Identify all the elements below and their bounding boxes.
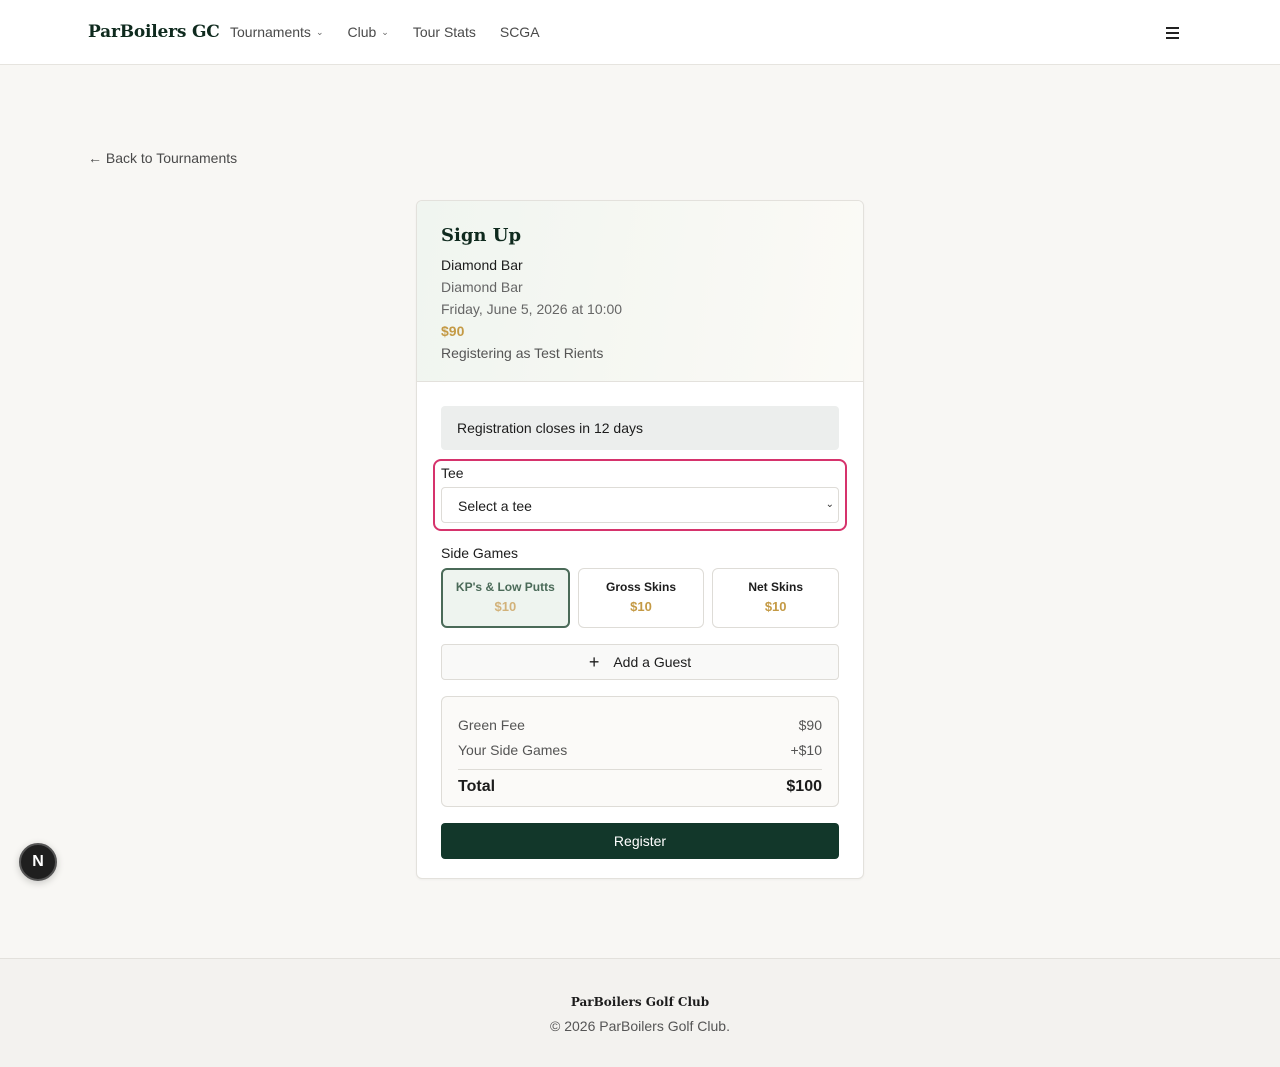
registering-as: Registering as Test Rients — [441, 345, 604, 361]
course-name: Diamond Bar — [441, 257, 523, 273]
side-game-price: $10 — [494, 599, 517, 614]
chevron-down-icon: ⌄ — [315, 26, 324, 37]
nav-scga[interactable]: SCGA — [500, 24, 540, 40]
nav-tournaments[interactable]: Tournaments ⌄ — [230, 24, 323, 40]
tournament-datetime: Friday, June 5, 2026 at 10:00 — [441, 301, 623, 317]
brand-logo[interactable]: ParBoilers GC — [88, 22, 220, 42]
nav-club-label: Club — [347, 24, 377, 40]
side-game-gross-skins[interactable]: Gross Skins $10 — [577, 568, 705, 628]
register-button[interactable]: Register — [441, 823, 839, 859]
side-game-net-skins[interactable]: Net Skins $10 — [712, 568, 840, 628]
nav-tour-stats[interactable]: Tour Stats — [413, 24, 476, 40]
nav-club[interactable]: Club ⌄ — [347, 24, 388, 40]
plus-icon: + — [588, 651, 600, 672]
page-title: Sign Up — [441, 225, 522, 246]
tee-select[interactable]: Select a tee ⌄ — [441, 487, 839, 523]
side-game-kps-low-putts[interactable]: KP's & Low Putts $10 — [441, 568, 570, 628]
green-fee-label: Green Fee — [458, 717, 525, 733]
side-games-total-value: +$10 — [790, 742, 822, 758]
back-to-tournaments-link[interactable]: ← Back to Tournaments — [88, 150, 237, 166]
dev-tools-badge[interactable]: N — [19, 843, 57, 881]
signup-form: Registration closes in 12 days Tee Selec… — [417, 382, 863, 859]
nav-tour-stats-label: Tour Stats — [412, 24, 476, 40]
total-label: Total — [458, 778, 496, 795]
signup-card-header: Sign Up Diamond Bar Diamond Bar Friday, … — [417, 201, 863, 382]
tee-label: Tee — [441, 465, 464, 481]
side-game-name: Net Skins — [748, 580, 804, 594]
chevron-down-icon: ⌄ — [381, 26, 389, 37]
signup-card: Sign Up Diamond Bar Diamond Bar Friday, … — [416, 200, 864, 879]
nav-scga-label: SCGA — [499, 24, 540, 40]
side-game-name: Gross Skins — [605, 580, 677, 594]
course-location: Diamond Bar — [441, 279, 523, 295]
footer-copyright: © 2026 ParBoilers Golf Club. — [550, 1018, 730, 1034]
tee-select-value: Select a tee — [458, 498, 532, 514]
total-row: Total $100 — [458, 769, 822, 796]
add-guest-label: Add a Guest — [613, 654, 692, 670]
hamburger-menu-icon[interactable] — [1166, 25, 1184, 43]
total-value: $100 — [786, 778, 822, 795]
side-games-label: Side Games — [441, 545, 519, 561]
tee-field-group: Tee Select a tee ⌄ — [433, 459, 847, 531]
green-fee-row: Green Fee $90 — [458, 713, 822, 738]
price-summary: Green Fee $90 Your Side Games +$10 Total… — [441, 696, 839, 807]
main-nav: Tournaments ⌄ Club ⌄ Tour Stats SCGA — [230, 24, 540, 40]
side-game-price: $10 — [630, 599, 652, 614]
footer: ParBoilers Golf Club © 2026 ParBoilers G… — [0, 958, 1280, 1067]
top-nav-bar: ParBoilers GC Tournaments ⌄ Club ⌄ Tour … — [0, 0, 1280, 65]
side-games-options: KP's & Low Putts $10 Gross Skins $10 Net… — [441, 568, 840, 628]
side-game-price: $10 — [764, 599, 787, 614]
tournament-price: $90 — [441, 323, 465, 339]
registration-notice: Registration closes in 12 days — [441, 406, 839, 450]
footer-club-name: ParBoilers Golf Club — [570, 995, 710, 1009]
add-guest-button[interactable]: + Add a Guest — [441, 644, 839, 680]
chevron-down-icon: ⌄ — [825, 499, 834, 510]
nav-tournaments-label: Tournaments — [230, 24, 311, 40]
side-game-name: KP's & Low Putts — [455, 580, 555, 594]
side-games-row: Your Side Games +$10 — [458, 738, 822, 763]
green-fee-value: $90 — [798, 717, 822, 733]
side-games-total-label: Your Side Games — [458, 742, 568, 758]
